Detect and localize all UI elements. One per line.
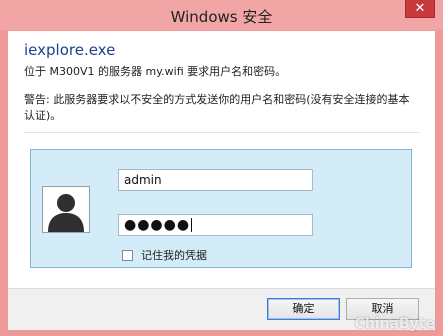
window-title: Windows 安全 xyxy=(170,8,273,26)
security-dialog-window: Windows 安全 ✕ iexplore.exe 位于 M300V1 的服务器… xyxy=(0,0,443,336)
remember-credentials-checkbox[interactable] xyxy=(122,250,133,261)
password-input[interactable]: ●●●●● xyxy=(118,214,313,236)
title-bar[interactable]: Windows 安全 ✕ xyxy=(0,0,443,30)
watermark-logo: ChinaByte xyxy=(354,316,435,332)
auth-message: 位于 M300V1 的服务器 my.wifi 要求用户名和密码。 xyxy=(24,65,287,78)
credential-panel: admin ●●●●● 记住我的凭据 xyxy=(30,149,412,268)
text-caret xyxy=(191,218,193,232)
divider xyxy=(24,132,419,133)
security-warning: 警告: 此服务器要求以不安全的方式发送你的用户名和密码(没有安全连接的基本认证)… xyxy=(24,93,410,122)
dialog-body: iexplore.exe 位于 M300V1 的服务器 my.wifi 要求用户… xyxy=(8,31,435,330)
username-input[interactable]: admin xyxy=(118,169,313,191)
remember-credentials-label[interactable]: 记住我的凭据 xyxy=(141,247,207,263)
password-mask: ●●●●● xyxy=(124,217,191,233)
close-button[interactable]: ✕ xyxy=(405,0,435,18)
ok-button[interactable]: 确定 xyxy=(267,298,340,320)
user-avatar-icon xyxy=(42,186,90,233)
close-icon: ✕ xyxy=(414,1,426,16)
app-name: iexplore.exe xyxy=(24,41,116,59)
